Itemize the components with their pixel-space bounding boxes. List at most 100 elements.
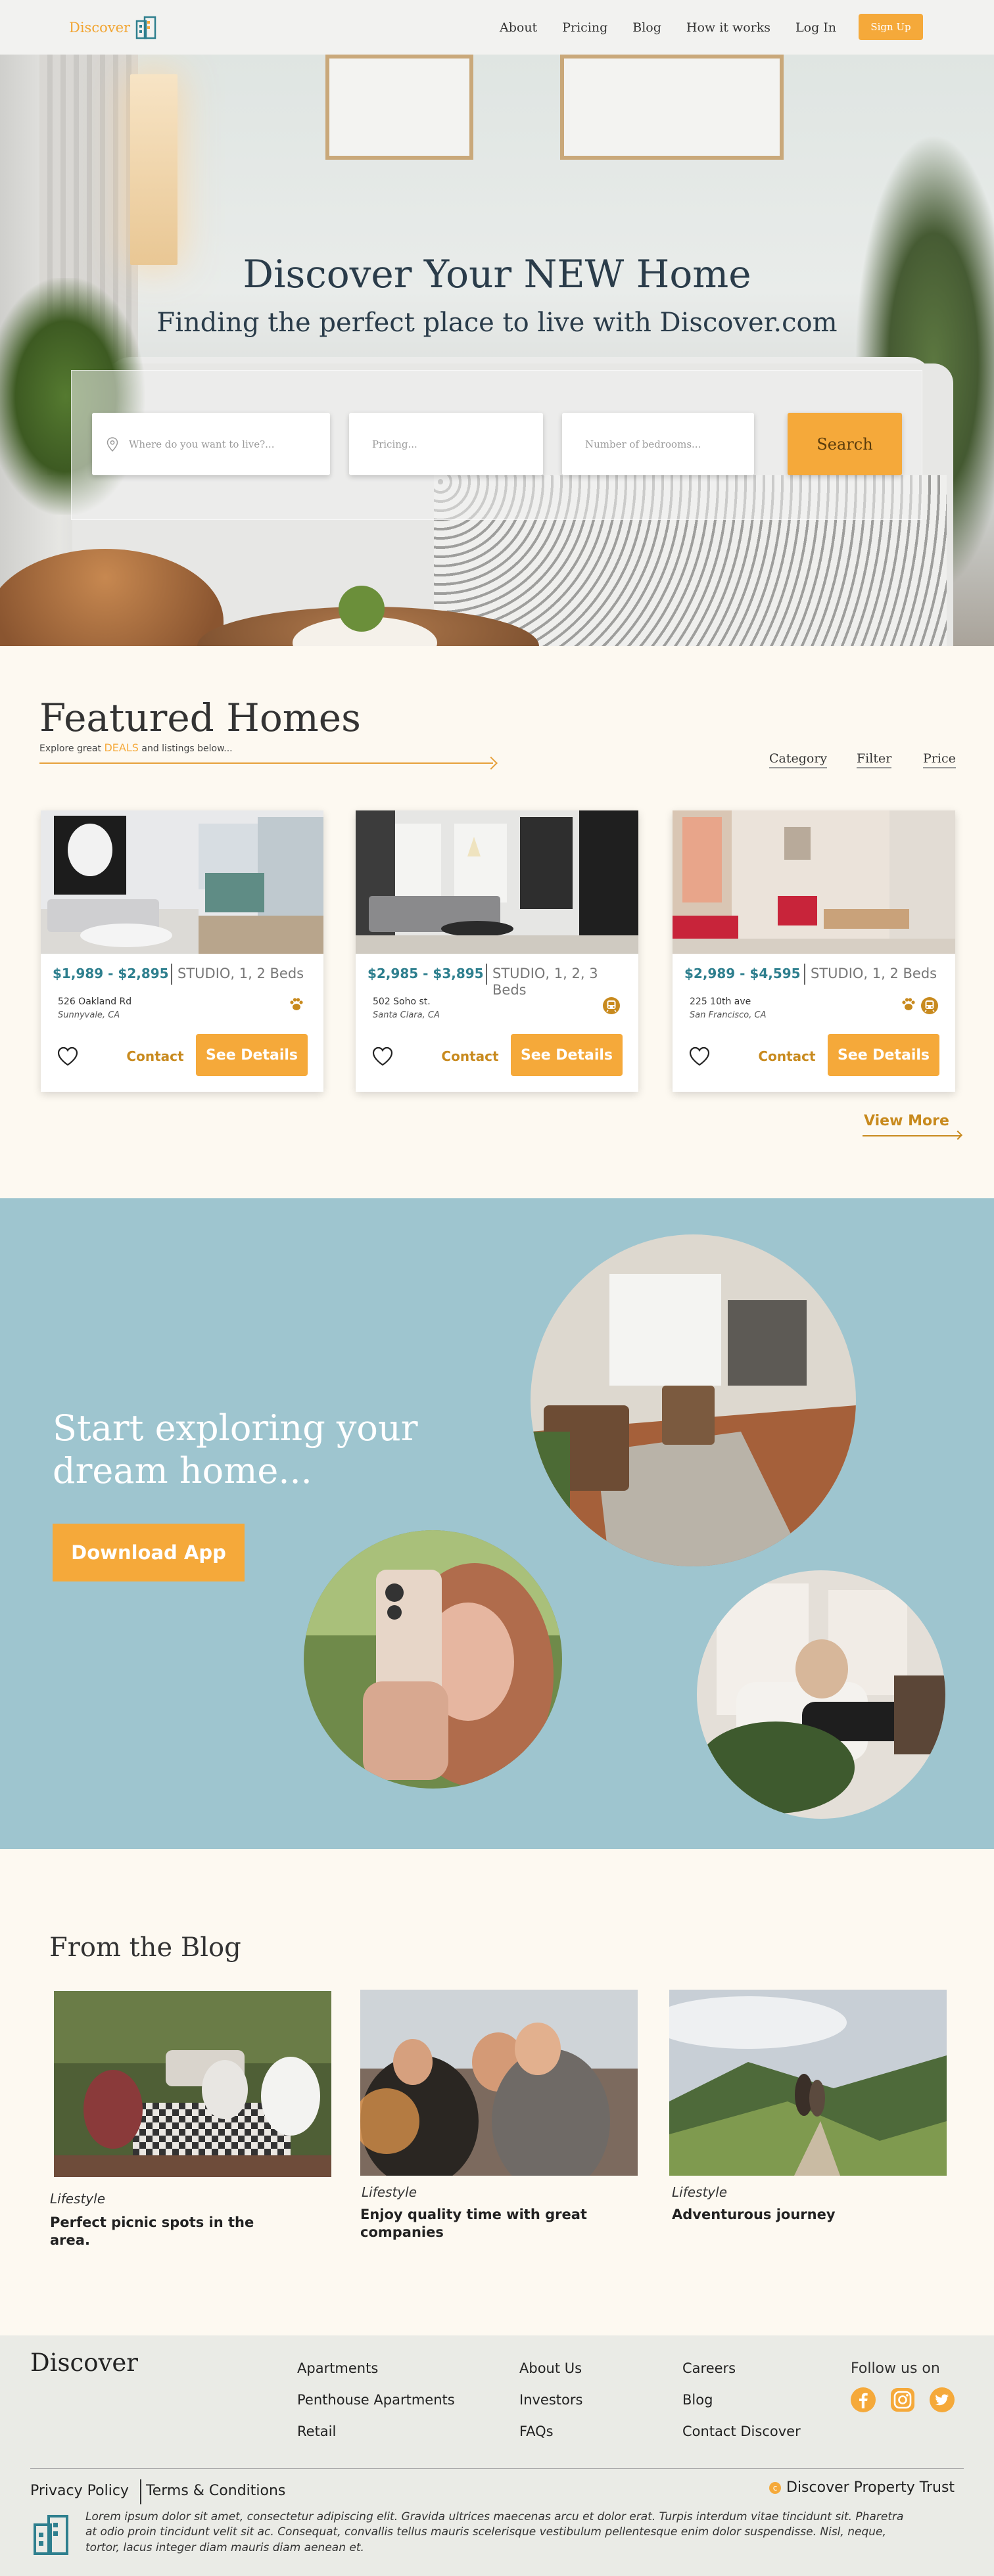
listing-city: San Francisco, CA [690, 1010, 767, 1020]
pricing-placeholder: Pricing... [372, 438, 417, 450]
brand-logo[interactable]: Discover [69, 16, 156, 39]
footer-link-penthouse[interactable]: Penthouse Apartments [297, 2392, 455, 2408]
listing-card[interactable]: $2,989 - $4,595 STUDIO, 1, 2 Beds 225 10… [673, 810, 955, 1092]
contact-button[interactable]: Contact [437, 1048, 503, 1064]
blog-post-title[interactable]: Adventurous journey [672, 2206, 935, 2224]
paw-icon [290, 998, 303, 1010]
listing-photo [41, 810, 323, 954]
listing-card[interactable]: $2,985 - $3,895 STUDIO, 1, 2, 3 Beds 502… [356, 810, 638, 1092]
train-icon [603, 997, 620, 1014]
woman-with-dog-photo [697, 1570, 945, 1819]
listing-card[interactable]: $1,989 - $2,895 STUDIO, 1, 2 Beds 526 Oa… [41, 810, 323, 1092]
hero: Discover Your NEW Home Finding the perfe… [0, 55, 994, 646]
nav-pricing[interactable]: Pricing [562, 20, 607, 35]
listing-street: 526 Oakland Rd [58, 996, 132, 1007]
arrow-right-icon [953, 1130, 963, 1140]
contact-button[interactable]: Contact [754, 1048, 820, 1064]
download-app-button[interactable]: Download App [53, 1524, 245, 1581]
tab-price[interactable]: Price [923, 751, 956, 768]
bedrooms-input[interactable]: Number of bedrooms... [562, 413, 754, 475]
contact-button[interactable]: Contact [122, 1048, 188, 1064]
footer-link-careers[interactable]: Careers [682, 2360, 736, 2376]
follow-us-label: Follow us on [851, 2360, 940, 2377]
search-button[interactable]: Search [788, 413, 902, 475]
view-more-link[interactable]: View More [864, 1113, 949, 1129]
nav-blog[interactable]: Blog [632, 20, 661, 35]
facebook-icon[interactable] [850, 2387, 876, 2413]
heart-icon[interactable] [371, 1046, 394, 1067]
location-pin-icon [106, 436, 118, 452]
see-details-button[interactable]: See Details [196, 1034, 308, 1076]
footer-description: Lorem ipsum dolor sit amet, consectetur … [85, 2510, 904, 2554]
privacy-policy-link[interactable]: Privacy Policy [30, 2483, 129, 2499]
trust-mark: c Discover Property Trust [769, 2479, 955, 2496]
location-input[interactable]: Where do you want to live?... [92, 413, 330, 475]
section-underline [39, 762, 493, 764]
hero-title: Discover Your NEW Home [243, 252, 751, 296]
footer-link-blog[interactable]: Blog [682, 2392, 713, 2408]
listing-divider [486, 964, 487, 985]
nav-login[interactable]: Log In [795, 20, 836, 35]
instagram-icon[interactable] [889, 2387, 916, 2413]
blog-category: Lifestyle [50, 2191, 106, 2207]
heart-icon[interactable] [688, 1046, 711, 1067]
listing-street: 225 10th ave [690, 996, 751, 1007]
listing-beds: STUDIO, 1, 2 Beds [178, 966, 304, 981]
top-nav: Discover About Pricing Blog How it works… [0, 0, 994, 55]
pricing-input[interactable]: Pricing... [349, 413, 543, 475]
blog-section: From the Blog Lifestyle Perfect picnic s… [0, 1849, 994, 2335]
heart-icon[interactable] [57, 1046, 79, 1067]
footer-link-about[interactable]: About Us [519, 2360, 582, 2376]
hero-subtitle: Finding the perfect place to live with D… [156, 308, 838, 338]
subtitle-pre: Explore great [39, 743, 102, 754]
blog-post-title[interactable]: Perfect picnic spots in the area. [50, 2214, 287, 2250]
wall-frame [325, 55, 473, 160]
subtitle-deals: DEALS [104, 741, 139, 754]
legal-divider [140, 2479, 141, 2504]
listing-divider [171, 964, 172, 985]
twitter-icon[interactable] [929, 2387, 955, 2413]
blog-picnic-photo[interactable] [54, 1991, 331, 2177]
nav-about[interactable]: About [500, 20, 537, 35]
footer-brand: Discover [30, 2349, 138, 2377]
blog-hiking-photo[interactable] [669, 1990, 947, 2176]
footer-link-investors[interactable]: Investors [519, 2392, 582, 2408]
signup-button[interactable]: Sign Up [859, 14, 923, 40]
listing-price: $2,989 - $4,595 [684, 966, 801, 981]
footer-link-faqs[interactable]: FAQs [519, 2424, 554, 2439]
footer-link-retail[interactable]: Retail [297, 2424, 336, 2439]
listing-amenities [900, 996, 939, 1016]
bedrooms-placeholder: Number of bedrooms... [585, 438, 701, 450]
explore-title: Start exploring your dream home... [53, 1407, 418, 1491]
blog-friends-photo[interactable] [360, 1990, 638, 2176]
listing-city: Santa Clara, CA [373, 1010, 440, 1020]
listing-street: 502 Soho st. [373, 996, 431, 1007]
listing-price: $2,985 - $3,895 [367, 966, 484, 981]
train-icon [921, 997, 938, 1014]
listing-photo [356, 810, 638, 954]
listing-city: Sunnyvale, CA [58, 1010, 120, 1020]
terms-link[interactable]: Terms & Conditions [146, 2483, 285, 2499]
listing-beds: STUDIO, 1, 2 Beds [811, 966, 937, 981]
copyright-icon: c [769, 2481, 781, 2494]
see-details-button[interactable]: See Details [511, 1034, 623, 1076]
listing-beds: STUDIO, 1, 2, 3 Beds [492, 966, 598, 998]
building-icon [34, 2515, 68, 2555]
footer-link-apartments[interactable]: Apartments [297, 2360, 378, 2376]
paw-icon [902, 998, 915, 1010]
blog-post-title[interactable]: Enjoy quality time with great companies [360, 2206, 623, 2242]
nav-how-it-works[interactable]: How it works [686, 20, 770, 35]
listing-amenities [602, 996, 621, 1016]
footer: Discover Apartments Penthouse Apartments… [0, 2335, 994, 2576]
tab-filter[interactable]: Filter [857, 751, 892, 768]
section-subtitle: Explore great DEALS and listings below..… [39, 741, 233, 754]
blog-category: Lifestyle [362, 2184, 417, 2200]
see-details-button[interactable]: See Details [828, 1034, 939, 1076]
wall-frame [560, 55, 784, 160]
listing-price: $1,989 - $2,895 [53, 966, 169, 981]
footer-link-contact[interactable]: Contact Discover [682, 2424, 801, 2439]
blog-category: Lifestyle [672, 2184, 728, 2200]
hero-succulent [339, 586, 385, 632]
tab-category[interactable]: Category [769, 751, 828, 768]
footer-divider [30, 2468, 964, 2469]
